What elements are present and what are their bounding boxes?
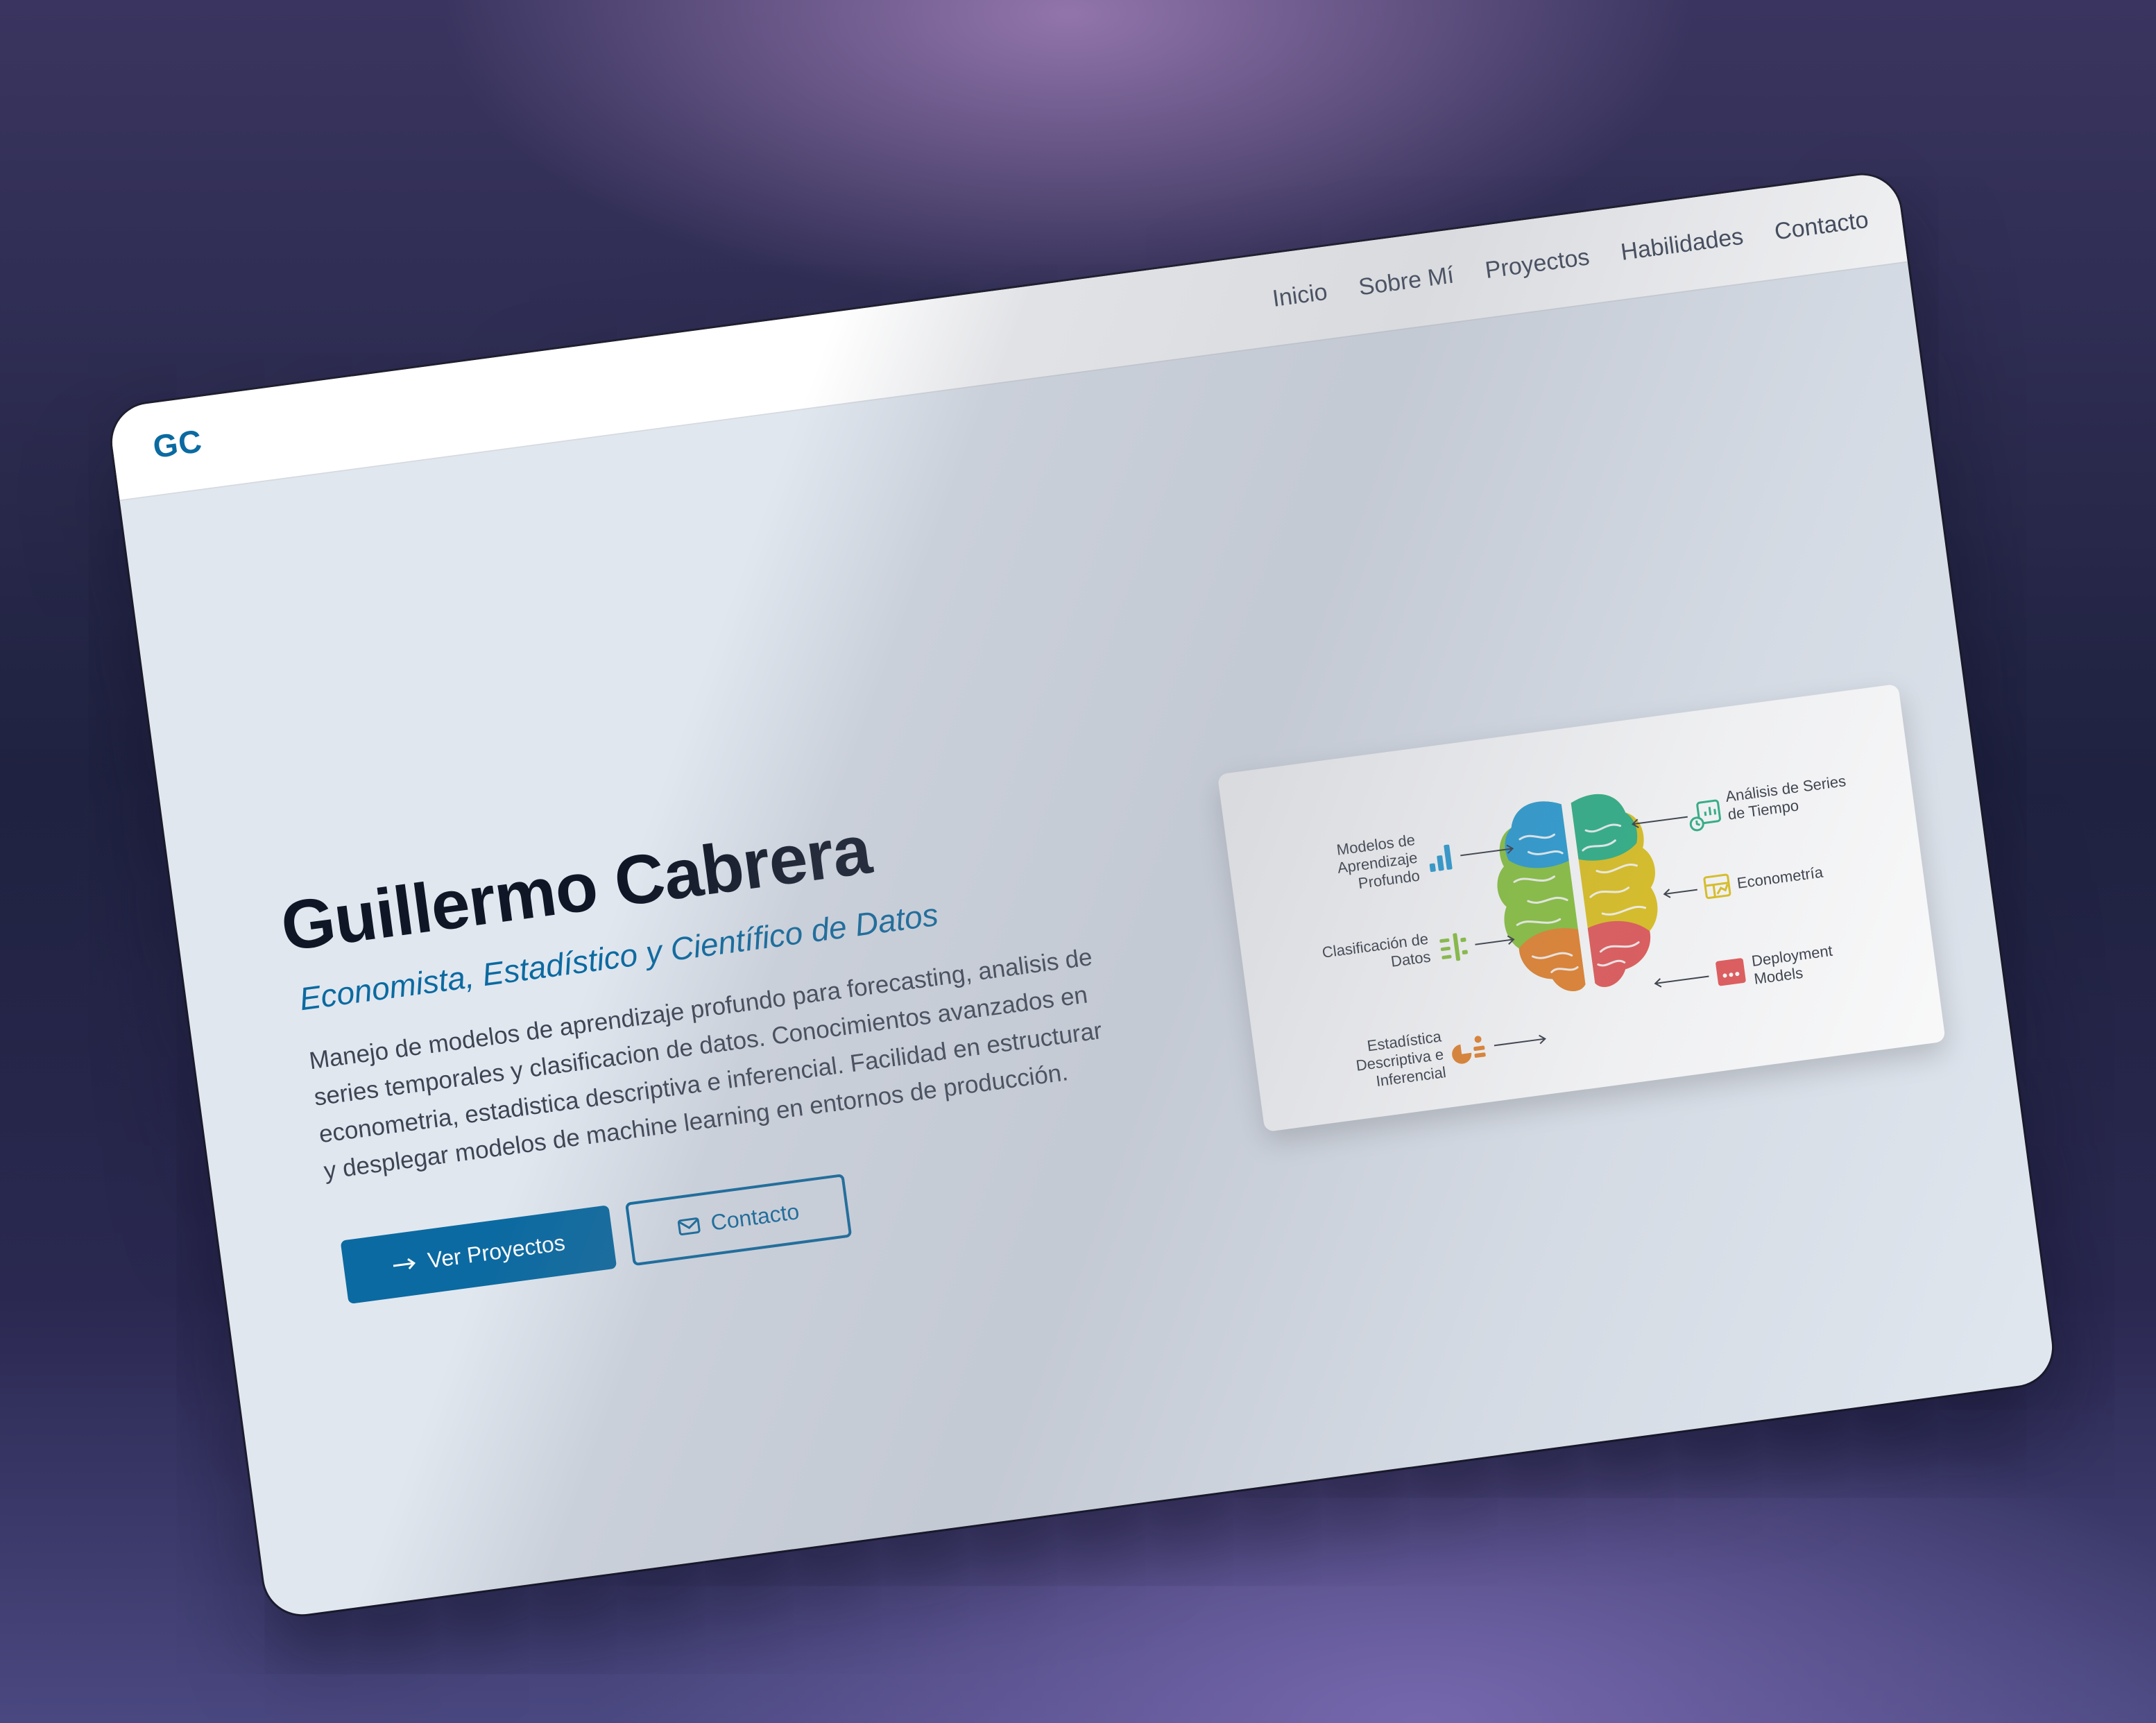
contacto-label: Contacto bbox=[709, 1199, 801, 1236]
label-series-tiempo: Análisis de Series de Tiempo bbox=[1725, 772, 1847, 823]
skills-diagram-svg: Modelos de Aprendizaje Profundo Clasific… bbox=[1321, 772, 1847, 1090]
label-econometria: Econometría bbox=[1736, 864, 1824, 892]
nav-inicio[interactable]: Inicio bbox=[1271, 279, 1329, 313]
nav-contacto[interactable]: Contacto bbox=[1773, 207, 1870, 246]
nav-sobre-mi[interactable]: Sobre Mí bbox=[1357, 262, 1455, 301]
arrow-clasificacion bbox=[1475, 935, 1515, 945]
ver-proyectos-button[interactable]: Ver Proyectos bbox=[340, 1205, 617, 1304]
time-series-icon bbox=[1689, 799, 1721, 832]
brain-illustration bbox=[1497, 794, 1658, 991]
label-estadistica: Estadística Descriptiva e Inferencial bbox=[1355, 1027, 1447, 1090]
bar-chart-icon bbox=[1429, 844, 1453, 873]
statistics-icon bbox=[1452, 1036, 1486, 1064]
label-modelos-aprendizaje: Modelos de Aprendizaje Profundo bbox=[1335, 831, 1421, 892]
deployment-icon bbox=[1716, 958, 1746, 986]
arrow-right-icon bbox=[391, 1256, 418, 1274]
svg-text:Econometría: Econometría bbox=[1736, 864, 1824, 892]
arrow-estadistica bbox=[1494, 1034, 1546, 1047]
arrow-deployment bbox=[1654, 975, 1709, 988]
label-clasificacion: Clasificación de Datos bbox=[1321, 930, 1431, 970]
stage: GC Inicio Sobre Mí Proyectos Habilidades… bbox=[0, 0, 2156, 1723]
label-deployment: Deployment Models bbox=[1750, 942, 1833, 988]
nav-proyectos[interactable]: Proyectos bbox=[1484, 243, 1591, 284]
ver-proyectos-label: Ver Proyectos bbox=[426, 1230, 567, 1274]
arrow-econometria bbox=[1663, 889, 1697, 898]
browser-screen: GC Inicio Sobre Mí Proyectos Habilidades… bbox=[108, 170, 2057, 1620]
mail-icon bbox=[677, 1216, 701, 1237]
navbar: GC Inicio Sobre Mí Proyectos Habilidades… bbox=[108, 170, 1908, 502]
skills-diagram: Modelos de Aprendizaje Profundo Clasific… bbox=[1217, 683, 1946, 1133]
hero-section: Guillermo Cabrera Economista, Estadístic… bbox=[277, 776, 1199, 1306]
contacto-button[interactable]: Contacto bbox=[624, 1173, 853, 1267]
nav-habilidades[interactable]: Habilidades bbox=[1619, 223, 1745, 266]
classification-icon bbox=[1439, 933, 1468, 961]
logo[interactable]: GC bbox=[151, 422, 205, 465]
econometrics-icon bbox=[1703, 873, 1731, 900]
nav-links: Inicio Sobre Mí Proyectos Habilidades Co… bbox=[1271, 207, 1870, 313]
